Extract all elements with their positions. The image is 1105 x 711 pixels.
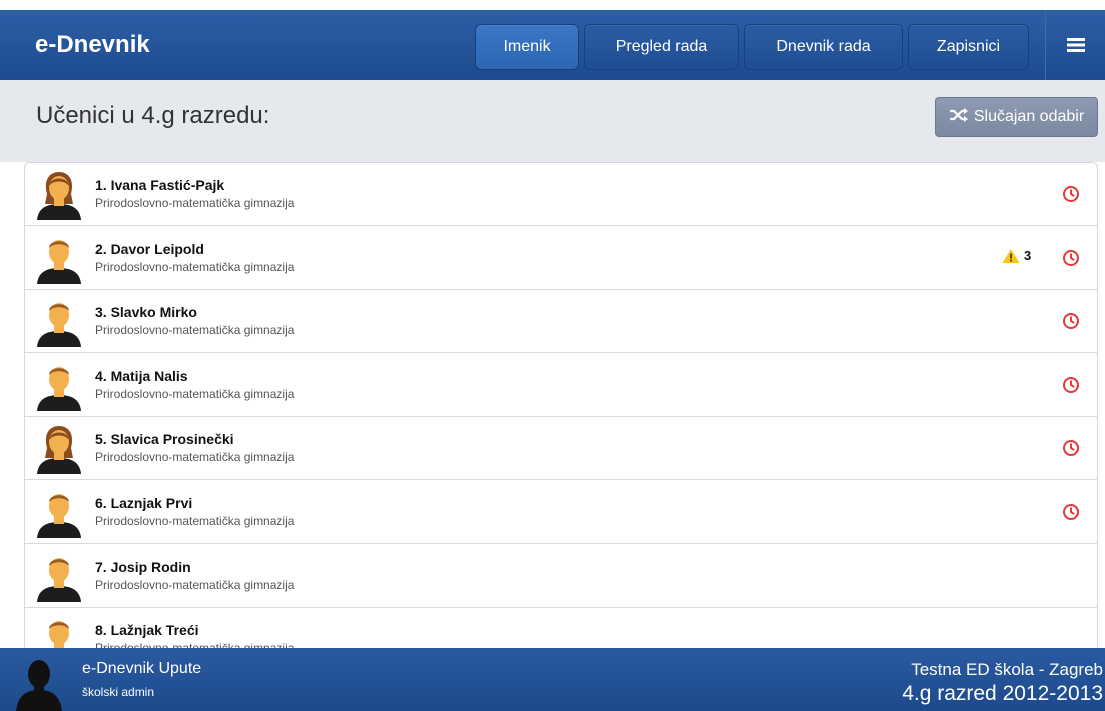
student-name: 4. Matija Nalis (95, 367, 188, 384)
warning-badge[interactable]: 3 (1002, 248, 1031, 264)
student-avatar-icon (37, 426, 81, 475)
random-pick-button[interactable]: Slučajan odabir (935, 97, 1098, 137)
student-school: Prirodoslovno-matematička gimnazija (95, 450, 295, 465)
student-name: 2. Davor Leipold (95, 240, 204, 257)
footer-app-title[interactable]: e-Dnevnik Upute (82, 660, 201, 678)
student-avatar-icon (37, 557, 81, 602)
student-row[interactable]: 7. Josip Rodin Prirodoslovno-matematička … (25, 545, 1097, 608)
clock-icon[interactable] (1062, 249, 1080, 267)
navbar: e-Dnevnik Imenik Pregled rada Dnevnik ra… (0, 10, 1105, 80)
student-avatar-icon (49, 621, 69, 648)
student-avatar-icon (37, 239, 81, 284)
footer-school-name: Testna ED škola - Zagreb (911, 660, 1103, 679)
student-name: 5. Slavica Prosinečki (95, 431, 234, 448)
top-bar: e-Dnevnik Imenik Pregled rada Dnevnik ra… (0, 0, 1105, 80)
nav-zapisnici[interactable]: Zapisnici (908, 24, 1029, 70)
nav-imenik[interactable]: Imenik (475, 24, 579, 70)
footer: e-Dnevnik Upute školski admin Testna ED … (0, 648, 1105, 711)
student-school: Prirodoslovno-matematička gimnazija (95, 514, 295, 528)
hamburger-menu-icon[interactable] (1045, 10, 1105, 80)
footer-class-year: 4.g razred 2012-2013 (902, 682, 1103, 705)
student-school: Prirodoslovno-matematička gimnazija (95, 259, 295, 274)
student-name: 6. Laznjak Prvi (95, 495, 193, 511)
student-name: 3. Slavko Mirko (95, 304, 197, 321)
student-row[interactable]: 4. Matija Nalis Prirodoslovno-matematička… (25, 354, 1097, 417)
clock-icon[interactable] (1062, 312, 1080, 330)
warning-count: 3 (1024, 248, 1032, 264)
student-school: Prirodoslovno-matematička gimnazija (95, 577, 295, 592)
brand-logo[interactable]: e-Dnevnik (35, 10, 150, 80)
student-row[interactable]: 3. Slavko Mirko Prirodoslovno-matematička… (25, 290, 1097, 354)
student-row[interactable]: 8. Lažnjak Treći Prirodoslovno-matematičk… (25, 608, 1097, 648)
footer-user-role: školski admin (82, 685, 155, 699)
student-name: 8. Lažnjak Treći (95, 622, 199, 639)
student-school: Prirodoslovno-matematička gimnazija (95, 386, 295, 401)
student-list: 1. Ivana Fastić-Pajk Prirodoslovno-matema… (24, 162, 1098, 648)
student-school: Prirodoslovno-matematička gimnazija (95, 196, 295, 210)
student-avatar-icon (37, 494, 81, 538)
student-avatar-icon (37, 172, 81, 220)
student-row[interactable]: 6. Laznjak Prvi Prirodoslovno-matematička… (25, 481, 1097, 544)
student-school: Prirodoslovno-matematička gimnazija (95, 323, 295, 338)
student-row[interactable]: 5. Slavica Prosinečki Prirodoslovno-matem… (25, 417, 1097, 481)
student-row[interactable]: 2. Davor Leipold Prirodoslovno-matematičk… (25, 227, 1097, 290)
clock-icon[interactable] (1062, 376, 1080, 394)
student-row[interactable]: 1. Ivana Fastić-Pajk Prirodoslovno-matema… (25, 163, 1097, 226)
user-avatar-icon[interactable] (14, 656, 64, 711)
clock-icon[interactable] (1062, 185, 1080, 203)
title-strip: Učenici u 4.g razredu: Slučajan odabir (0, 80, 1105, 162)
student-avatar-icon (37, 366, 81, 411)
random-pick-label: Slučajan odabir (973, 108, 1085, 125)
page-title: Učenici u 4.g razredu: (36, 102, 270, 129)
clock-icon[interactable] (1062, 503, 1080, 521)
nav-pregled-rada[interactable]: Pregled rada (584, 24, 739, 70)
nav-dnevnik-rada[interactable]: Dnevnik rada (744, 24, 903, 70)
clock-icon[interactable] (1062, 439, 1080, 457)
student-school: Prirodoslovno-matematička gimnazija (95, 641, 294, 648)
warning-icon (1002, 248, 1020, 263)
student-avatar-icon (37, 303, 81, 348)
shuffle-icon (949, 107, 969, 127)
student-name: 1. Ivana Fastić-Pajk (95, 177, 225, 193)
student-name: 7. Josip Rodin (95, 558, 191, 575)
